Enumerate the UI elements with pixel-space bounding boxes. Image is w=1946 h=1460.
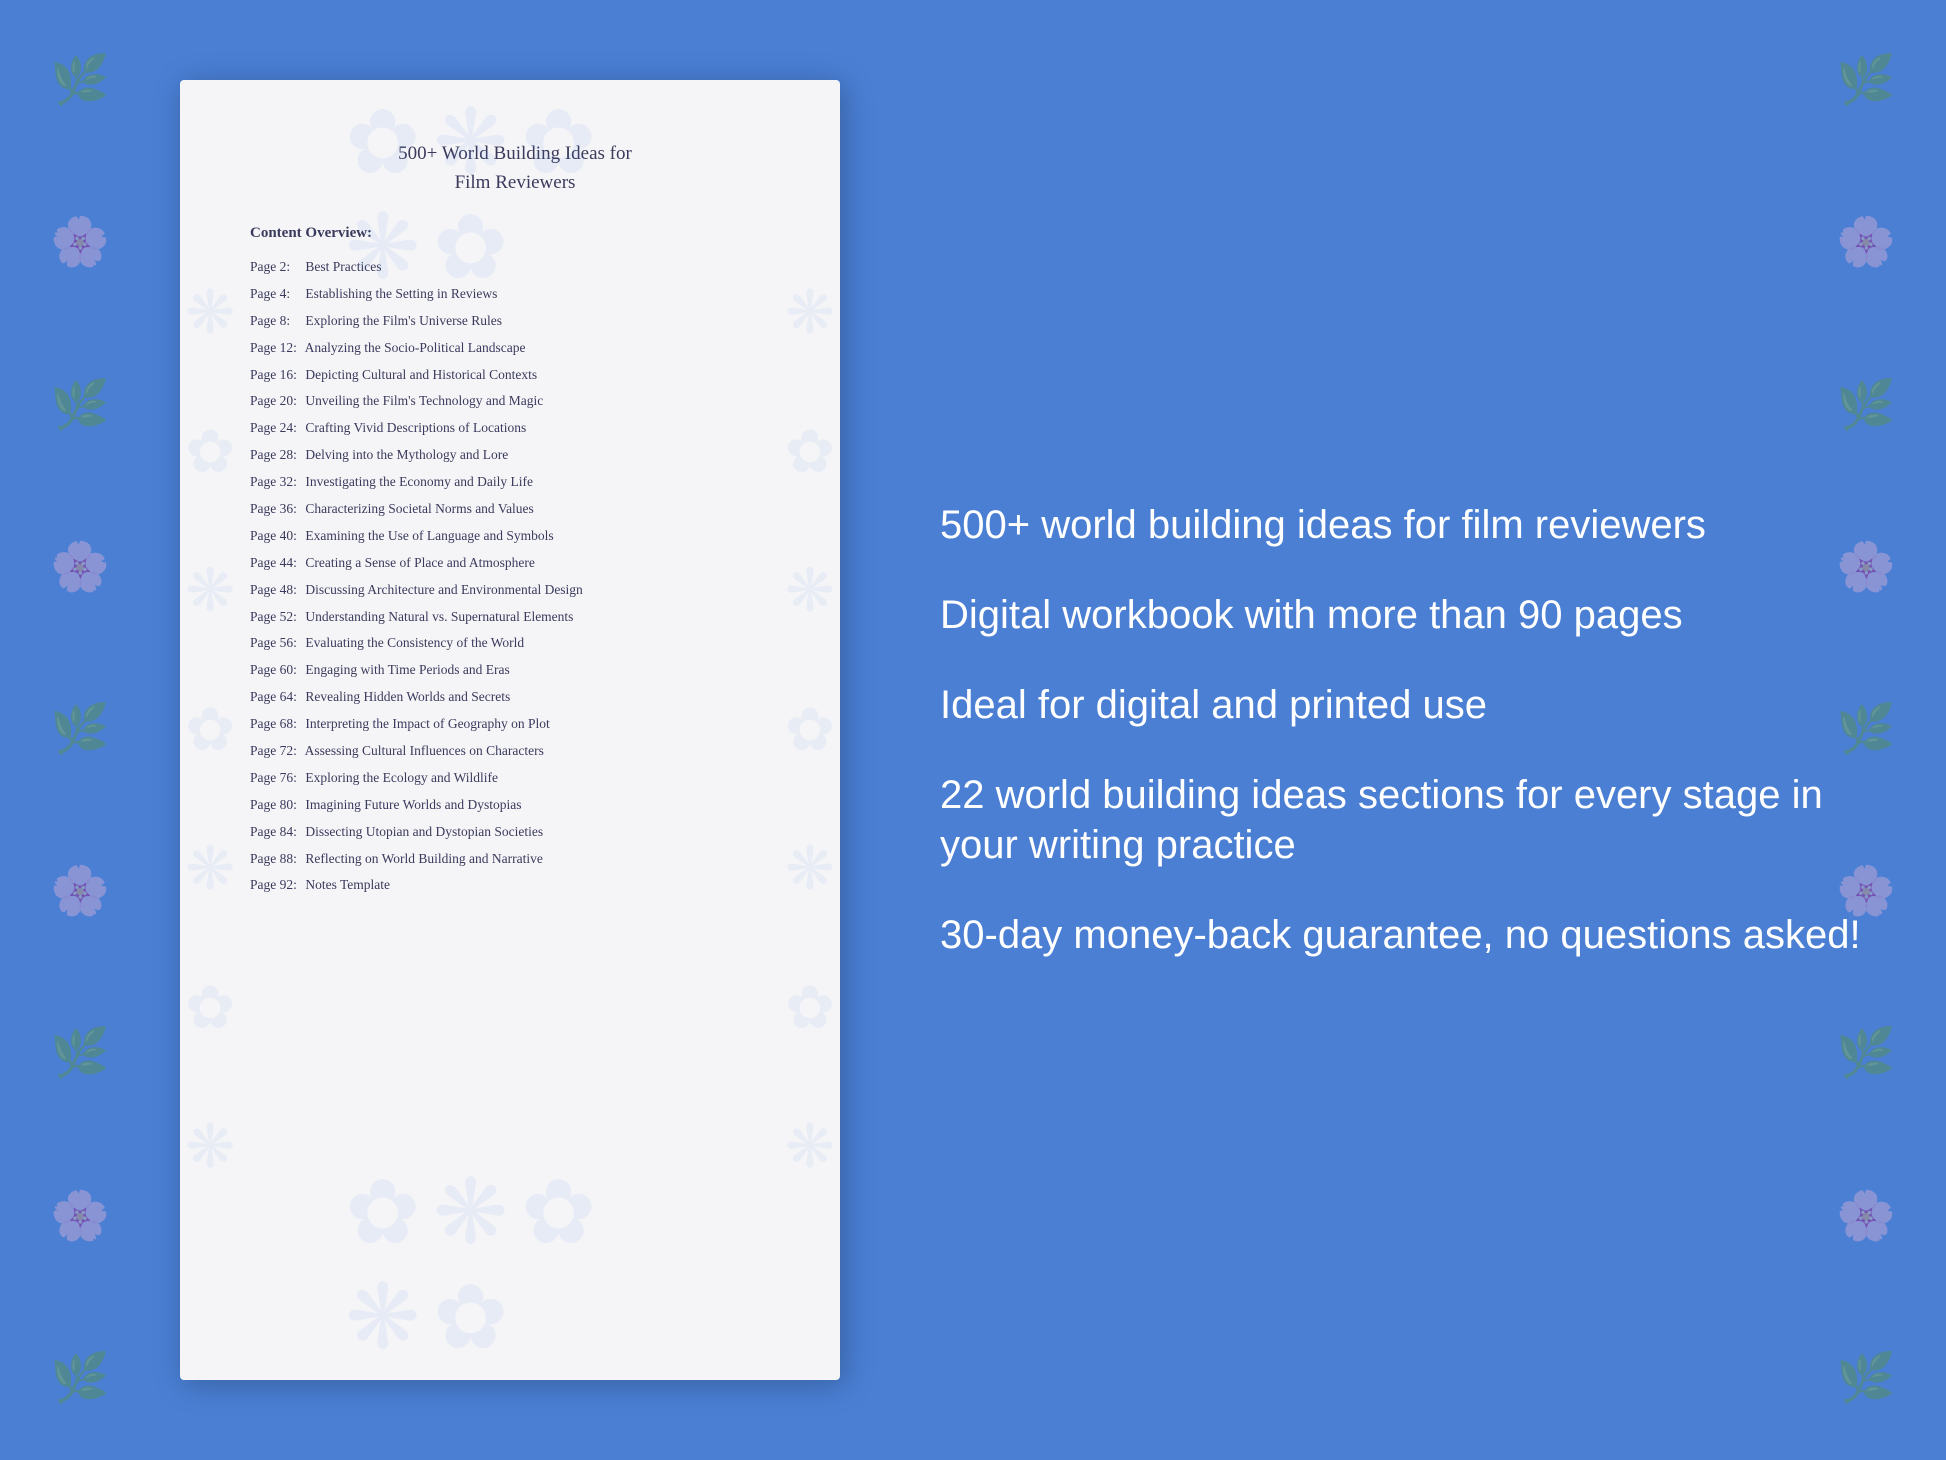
info-panel: 500+ world building ideas for film revie… <box>840 440 1946 1020</box>
toc-item: Page 8: Exploring the Film's Universe Ru… <box>250 308 780 335</box>
toc-page-num: Page 48: <box>250 581 302 600</box>
toc-page-num: Page 40: <box>250 527 302 546</box>
toc-item: Page 16: Depicting Cultural and Historic… <box>250 362 780 389</box>
toc-item: Page 64: Revealing Hidden Worlds and Sec… <box>250 684 780 711</box>
toc-page-num: Page 60: <box>250 661 302 680</box>
toc-item: Page 56: Evaluating the Consistency of t… <box>250 630 780 657</box>
toc-page-num: Page 32: <box>250 473 302 492</box>
toc-page-num: Page 4: <box>250 285 302 304</box>
info-block: Ideal for digital and printed use <box>940 680 1866 730</box>
toc-page-num: Page 56: <box>250 634 302 653</box>
toc-item: Page 12: Analyzing the Socio-Political L… <box>250 335 780 362</box>
doc-side-right: ❋✿❋✿❋✿❋ <box>785 278 835 1182</box>
toc-item: Page 28: Delving into the Mythology and … <box>250 442 780 469</box>
toc-page-num: Page 12: <box>250 339 302 358</box>
toc-item: Page 52: Understanding Natural vs. Super… <box>250 604 780 631</box>
toc-item: Page 24: Crafting Vivid Descriptions of … <box>250 415 780 442</box>
toc-item: Page 20: Unveiling the Film's Technology… <box>250 388 780 415</box>
toc-page-num: Page 52: <box>250 608 302 627</box>
doc-watermark-top: ✿ ❋ ✿ ❋ ✿ <box>345 90 675 300</box>
doc-watermark-bottom: ✿ ❋ ✿ ❋ ✿ <box>345 1160 675 1370</box>
toc-item: Page 36: Characterizing Societal Norms a… <box>250 496 780 523</box>
toc-page-num: Page 84: <box>250 823 302 842</box>
info-block: 22 world building ideas sections for eve… <box>940 770 1866 870</box>
toc-page-num: Page 28: <box>250 446 302 465</box>
toc-item: Page 32: Investigating the Economy and D… <box>250 469 780 496</box>
toc-page-num: Page 64: <box>250 688 302 707</box>
toc-page-num: Page 68: <box>250 715 302 734</box>
floral-decoration-right: 🌿 🌸 🌿 🌸 🌿 🌸 🌿 🌸 🌿 <box>1786 0 1946 1460</box>
document-page: ✿ ❋ ✿ ❋ ✿ ✿ ❋ ✿ ❋ ✿ ❋✿❋✿❋✿❋ ❋✿❋✿❋✿❋ 500+… <box>180 80 840 1380</box>
toc-page-num: Page 24: <box>250 419 302 438</box>
toc-item: Page 40: Examining the Use of Language a… <box>250 523 780 550</box>
toc-page-num: Page 76: <box>250 769 302 788</box>
toc-page-num: Page 36: <box>250 500 302 519</box>
toc-page-num: Page 2: <box>250 258 302 277</box>
info-block: 30-day money-back guarantee, no question… <box>940 910 1866 960</box>
toc-page-num: Page 92: <box>250 876 302 895</box>
toc-item: Page 88: Reflecting on World Building an… <box>250 846 780 873</box>
toc-item: Page 60: Engaging with Time Periods and … <box>250 657 780 684</box>
toc-page-num: Page 20: <box>250 392 302 411</box>
toc-item: Page 68: Interpreting the Impact of Geog… <box>250 711 780 738</box>
floral-decoration-left: 🌿 🌸 🌿 🌸 🌿 🌸 🌿 🌸 🌿 <box>0 0 160 1460</box>
info-block: Digital workbook with more than 90 pages <box>940 590 1866 640</box>
toc-item: Page 80: Imagining Future Worlds and Dys… <box>250 792 780 819</box>
toc-item: Page 84: Dissecting Utopian and Dystopia… <box>250 819 780 846</box>
toc-page-num: Page 44: <box>250 554 302 573</box>
doc-side-left: ❋✿❋✿❋✿❋ <box>185 278 235 1182</box>
toc-page-num: Page 80: <box>250 796 302 815</box>
toc-item: Page 76: Exploring the Ecology and Wildl… <box>250 765 780 792</box>
toc-item: Page 48: Discussing Architecture and Env… <box>250 577 780 604</box>
table-of-contents: Page 2: Best PracticesPage 4: Establishi… <box>250 254 780 899</box>
toc-item: Page 92: Notes Template <box>250 872 780 899</box>
toc-page-num: Page 72: <box>250 742 302 761</box>
info-block: 500+ world building ideas for film revie… <box>940 500 1866 550</box>
toc-item: Page 44: Creating a Sense of Place and A… <box>250 550 780 577</box>
toc-page-num: Page 88: <box>250 850 302 869</box>
toc-item: Page 72: Assessing Cultural Influences o… <box>250 738 780 765</box>
toc-page-num: Page 16: <box>250 366 302 385</box>
toc-page-num: Page 8: <box>250 312 302 331</box>
